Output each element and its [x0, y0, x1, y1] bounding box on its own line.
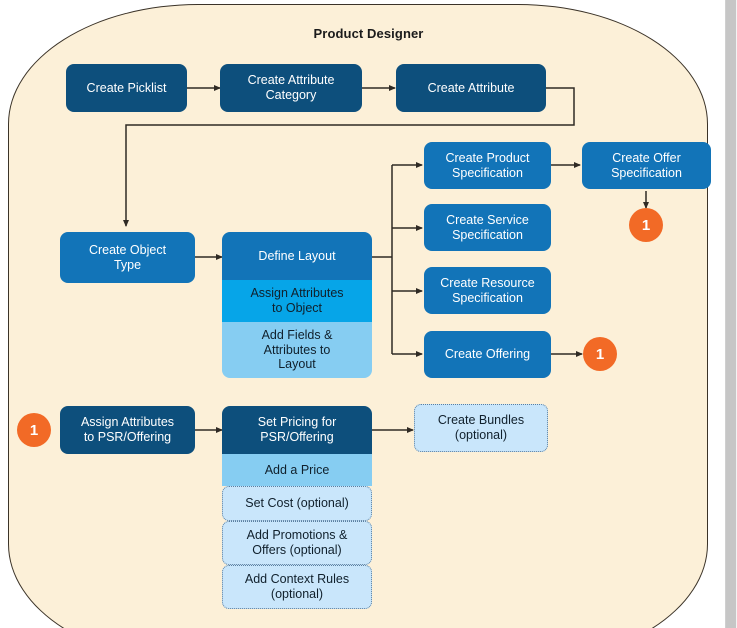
node-add-promotions-offers-optional[interactable]: Add Promotions & Offers (optional)	[222, 521, 372, 565]
node-create-attribute[interactable]: Create Attribute	[396, 64, 546, 112]
node-create-object-type[interactable]: Create Object Type	[60, 232, 195, 283]
node-add-a-price[interactable]: Add a Price	[222, 454, 372, 486]
diagram-canvas: Product Designer Create Picklist Create …	[0, 0, 737, 628]
badge-create-offering: 1	[583, 337, 617, 371]
node-create-service-specification[interactable]: Create Service Specification	[424, 204, 551, 251]
node-assign-attributes-to-psr-offering[interactable]: Assign Attributes to PSR/Offering	[60, 406, 195, 454]
node-add-fields-attributes-to-layout[interactable]: Add Fields & Attributes to Layout	[222, 322, 372, 378]
badge-offer-specification: 1	[629, 208, 663, 242]
node-add-context-rules-optional[interactable]: Add Context Rules (optional)	[222, 565, 372, 609]
vertical-scrollbar[interactable]	[725, 0, 737, 628]
node-create-attribute-category[interactable]: Create Attribute Category	[220, 64, 362, 112]
node-define-layout[interactable]: Define Layout	[222, 232, 372, 280]
node-set-cost-optional[interactable]: Set Cost (optional)	[222, 486, 372, 521]
node-create-bundles-optional[interactable]: Create Bundles (optional)	[414, 404, 548, 452]
badge-psr-entry: 1	[17, 413, 51, 447]
node-create-resource-specification[interactable]: Create Resource Specification	[424, 267, 551, 314]
node-create-offering[interactable]: Create Offering	[424, 331, 551, 378]
node-create-product-specification[interactable]: Create Product Specification	[424, 142, 551, 189]
page-title: Product Designer	[313, 26, 424, 41]
node-create-offer-specification[interactable]: Create Offer Specification	[582, 142, 711, 189]
node-assign-attributes-to-object[interactable]: Assign Attributes to Object	[222, 280, 372, 322]
vertical-scrollbar-thumb[interactable]	[726, 0, 736, 628]
node-create-picklist[interactable]: Create Picklist	[66, 64, 187, 112]
node-set-pricing-for-psr-offering[interactable]: Set Pricing for PSR/Offering	[222, 406, 372, 454]
